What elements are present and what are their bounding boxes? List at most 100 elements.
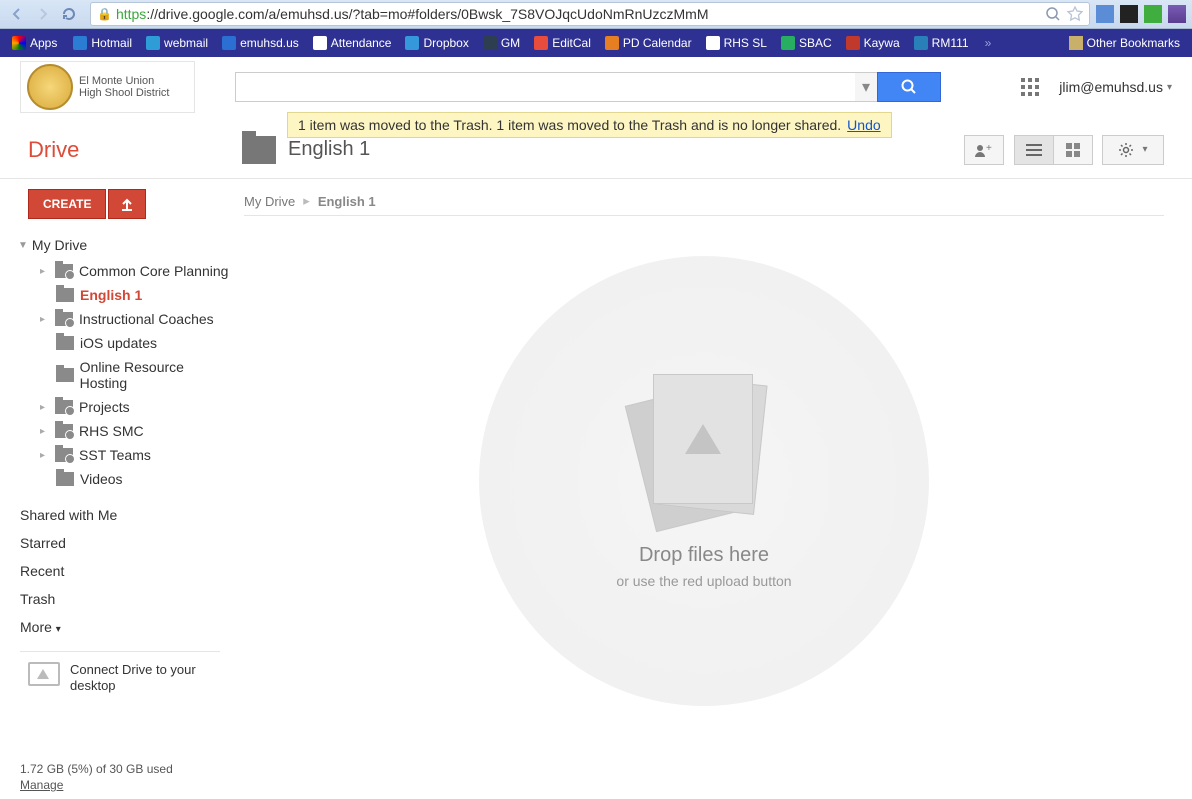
sidebar-link[interactable]: Starred bbox=[20, 529, 230, 557]
manage-storage-link[interactable]: Manage bbox=[20, 778, 63, 792]
bookmark-icon bbox=[146, 36, 160, 50]
bookmark-item[interactable]: Kaywa bbox=[840, 34, 906, 52]
folder-label: iOS updates bbox=[80, 335, 157, 351]
lock-icon: 🔒 bbox=[97, 7, 112, 21]
sidebar-link[interactable]: Recent bbox=[20, 557, 230, 585]
search-input[interactable] bbox=[235, 72, 855, 102]
district-name: El Monte UnionHigh Shool District bbox=[79, 75, 169, 99]
folder-icon bbox=[1069, 36, 1083, 50]
forward-button[interactable] bbox=[32, 3, 54, 25]
search-options-dropdown[interactable]: ▾ bbox=[855, 72, 877, 102]
bookmark-icon bbox=[483, 36, 497, 50]
sidebar: CREATE ▼My Drive ▸Common Core Planning En… bbox=[0, 179, 230, 799]
sidebar-folder[interactable]: iOS updates bbox=[28, 331, 230, 355]
bookmark-icon bbox=[405, 36, 419, 50]
empty-folder-icon bbox=[639, 374, 769, 524]
folder-label: Projects bbox=[79, 399, 130, 415]
breadcrumb: My Drive ▸ English 1 bbox=[244, 193, 1164, 209]
back-button[interactable] bbox=[6, 3, 28, 25]
notification-text: 1 item was moved to the Trash. 1 item wa… bbox=[298, 117, 841, 133]
other-bookmarks[interactable]: Other Bookmarks bbox=[1063, 34, 1186, 52]
ext-icon-3[interactable] bbox=[1144, 5, 1162, 23]
folder-label: Videos bbox=[80, 471, 123, 487]
expand-icon: ▸ bbox=[40, 426, 45, 437]
bookmark-icon bbox=[73, 36, 87, 50]
breadcrumb-current: English 1 bbox=[318, 194, 376, 209]
sidebar-folder[interactable]: ▸SST Teams bbox=[28, 443, 230, 467]
bookmark-item[interactable]: PD Calendar bbox=[599, 34, 698, 52]
bookmark-icon bbox=[313, 36, 327, 50]
share-button[interactable]: + bbox=[964, 135, 1004, 165]
svg-text:+: + bbox=[986, 143, 992, 154]
bookmark-item[interactable]: Hotmail bbox=[67, 34, 138, 52]
connect-desktop[interactable]: Connect Drive to your desktop bbox=[28, 662, 230, 693]
folder-label: English 1 bbox=[80, 287, 142, 303]
seal-icon bbox=[27, 64, 73, 110]
folder-icon bbox=[56, 472, 74, 486]
search-bar: ▾ bbox=[235, 72, 941, 102]
folder-icon bbox=[55, 264, 73, 278]
folder-icon bbox=[55, 424, 73, 438]
menu-icon[interactable] bbox=[1168, 5, 1186, 23]
folder-icon bbox=[55, 312, 73, 326]
apps-shortcut[interactable]: Apps bbox=[6, 34, 63, 52]
bookmark-item[interactable]: emuhsd.us bbox=[216, 34, 305, 52]
sidebar-folder[interactable]: ▸ Projects bbox=[28, 395, 230, 419]
reload-button[interactable] bbox=[58, 3, 80, 25]
apps-grid-icon bbox=[12, 36, 26, 50]
chevron-right-icon: ▸ bbox=[303, 193, 310, 209]
bookmark-icon bbox=[222, 36, 236, 50]
undo-link[interactable]: Undo bbox=[847, 117, 880, 133]
bookmark-item[interactable]: EditCal bbox=[528, 34, 597, 52]
sidebar-link[interactable]: Trash bbox=[20, 585, 230, 613]
star-icon[interactable] bbox=[1067, 6, 1083, 22]
folder-icon bbox=[56, 368, 74, 382]
bookmarks-bar: Apps Hotmailwebmailemuhsd.usAttendanceDr… bbox=[0, 29, 1192, 57]
google-apps-icon[interactable] bbox=[1021, 78, 1039, 96]
search-button[interactable] bbox=[877, 72, 941, 102]
sidebar-folder[interactable]: ▸Common Core Planning bbox=[28, 259, 230, 283]
desktop-icon bbox=[28, 662, 60, 686]
expand-icon: ▸ bbox=[40, 402, 45, 413]
sidebar-link[interactable]: More ▾ bbox=[20, 613, 230, 641]
drive-logo[interactable]: Drive bbox=[20, 137, 230, 163]
sidebar-folder[interactable]: Videos bbox=[28, 467, 230, 491]
district-logo[interactable]: El Monte UnionHigh Shool District bbox=[20, 61, 195, 113]
create-button[interactable]: CREATE bbox=[28, 189, 106, 219]
bookmark-item[interactable]: GM bbox=[477, 34, 526, 52]
bookmark-item[interactable]: webmail bbox=[140, 34, 214, 52]
address-bar[interactable]: 🔒 https://drive.google.com/a/emuhsd.us/?… bbox=[90, 2, 1090, 26]
account-menu[interactable]: jlim@emuhsd.us▾ bbox=[1059, 79, 1172, 95]
app-header: El Monte UnionHigh Shool District ▾ jlim… bbox=[0, 57, 1192, 117]
bookmark-icon bbox=[706, 36, 720, 50]
folder-label: Online Resource Hosting bbox=[80, 359, 230, 391]
grid-view-button[interactable] bbox=[1053, 135, 1093, 165]
sidebar-folder[interactable]: Online Resource Hosting bbox=[28, 355, 230, 395]
list-view-button[interactable] bbox=[1014, 135, 1054, 165]
sidebar-link[interactable]: Shared with Me bbox=[20, 501, 230, 529]
drop-zone-title: Drop files here bbox=[639, 544, 769, 567]
sidebar-folder[interactable]: English 1 bbox=[28, 283, 230, 307]
bookmark-item[interactable]: Attendance bbox=[307, 34, 398, 52]
ext-icon-2[interactable] bbox=[1120, 5, 1138, 23]
breadcrumb-root[interactable]: My Drive bbox=[244, 194, 295, 209]
upload-button[interactable] bbox=[108, 189, 146, 219]
url-text: https://drive.google.com/a/emuhsd.us/?ta… bbox=[116, 6, 709, 22]
sidebar-folder[interactable]: ▸ RHS SMC bbox=[28, 419, 230, 443]
zoom-icon[interactable] bbox=[1045, 6, 1061, 22]
folder-label: Instructional Coaches bbox=[79, 311, 214, 327]
folder-label: RHS SMC bbox=[79, 423, 144, 439]
drop-zone[interactable]: Drop files here or use the red upload bu… bbox=[479, 256, 929, 706]
folder-title: English 1 bbox=[242, 136, 370, 164]
my-drive-root[interactable]: ▼My Drive bbox=[18, 237, 230, 253]
folder-label: SST Teams bbox=[79, 447, 151, 463]
bookmark-item[interactable]: RM111 bbox=[908, 34, 975, 52]
bookmark-item[interactable]: Dropbox bbox=[399, 34, 474, 52]
bookmark-item[interactable]: RHS SL bbox=[700, 34, 773, 52]
settings-button[interactable]: ▾ bbox=[1102, 135, 1164, 165]
bookmark-item[interactable]: SBAC bbox=[775, 34, 838, 52]
bookmark-icon bbox=[534, 36, 548, 50]
sidebar-folder[interactable]: ▸Instructional Coaches bbox=[28, 307, 230, 331]
browser-toolbar: 🔒 https://drive.google.com/a/emuhsd.us/?… bbox=[0, 0, 1192, 29]
ext-icon-1[interactable] bbox=[1096, 5, 1114, 23]
